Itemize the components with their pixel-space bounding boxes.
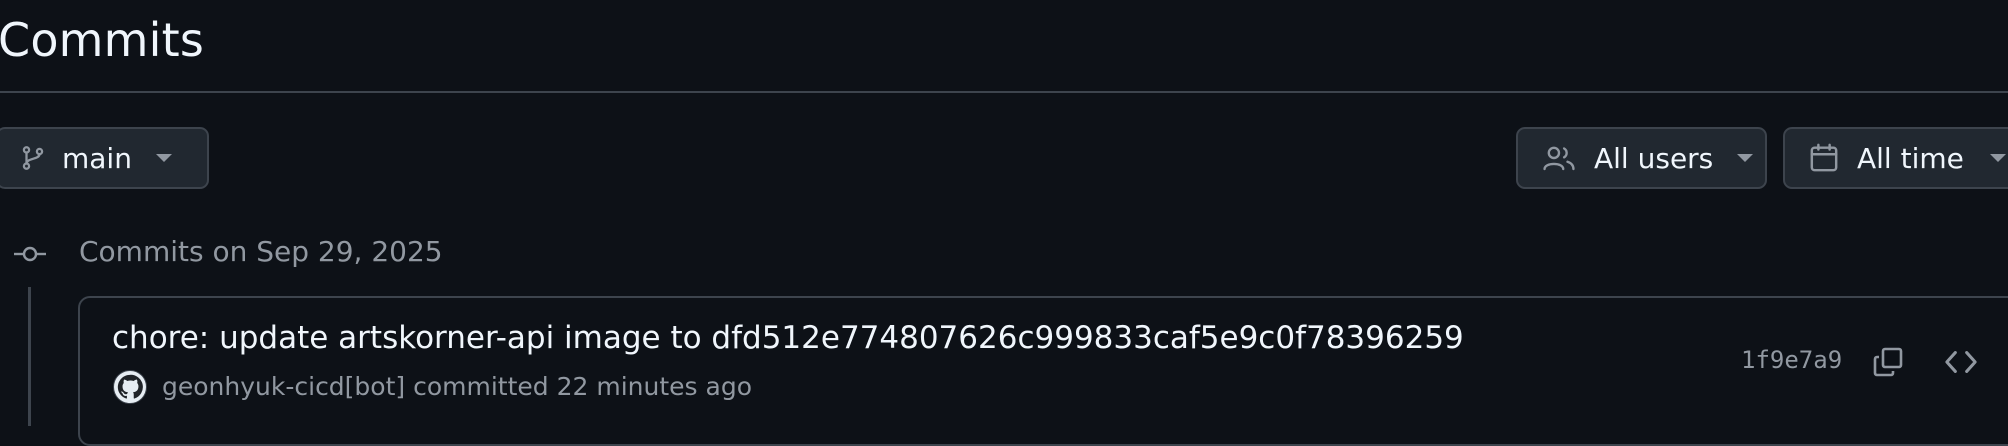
- calendar-icon: [1809, 142, 1839, 174]
- code-icon: [1945, 351, 1977, 373]
- header-divider: [0, 91, 2008, 93]
- timeline-line: [28, 287, 31, 426]
- page-title: Commits: [0, 13, 205, 67]
- git-commit-icon: [12, 241, 48, 267]
- time-filter-button[interactable]: All time: [1783, 127, 2008, 189]
- time-filter-label: All time: [1857, 141, 1964, 175]
- avatar[interactable]: [113, 370, 147, 404]
- branch-label: main: [62, 141, 132, 175]
- commit-action: committed: [413, 372, 549, 401]
- commit-meta: geonhyuk-cicd[bot] committed 22 minutes …: [162, 369, 752, 405]
- commit-sha-link[interactable]: 1f9e7a9: [1741, 342, 1842, 378]
- commit-group-heading: Commits on Sep 29, 2025: [79, 235, 443, 268]
- users-filter-button[interactable]: All users: [1516, 127, 1767, 189]
- users-filter-label: All users: [1594, 141, 1714, 175]
- commit-message-link[interactable]: chore: update artskorner-api image to df…: [112, 316, 1464, 360]
- people-icon: [1542, 144, 1576, 172]
- chevron-down-icon: [155, 154, 172, 162]
- commit-author-link[interactable]: geonhyuk-cicd[bot]: [162, 372, 405, 401]
- copy-sha-button[interactable]: [1866, 340, 1910, 384]
- commit-time: 22 minutes ago: [556, 372, 752, 401]
- github-mark-icon: [117, 374, 143, 399]
- git-branch-icon: [20, 143, 46, 173]
- copy-icon: [1873, 347, 1903, 377]
- chevron-down-icon: [1989, 154, 2006, 162]
- branch-selector-button[interactable]: main: [0, 127, 209, 189]
- browse-repo-button[interactable]: [1939, 340, 1983, 384]
- chevron-down-icon: [1737, 154, 1754, 162]
